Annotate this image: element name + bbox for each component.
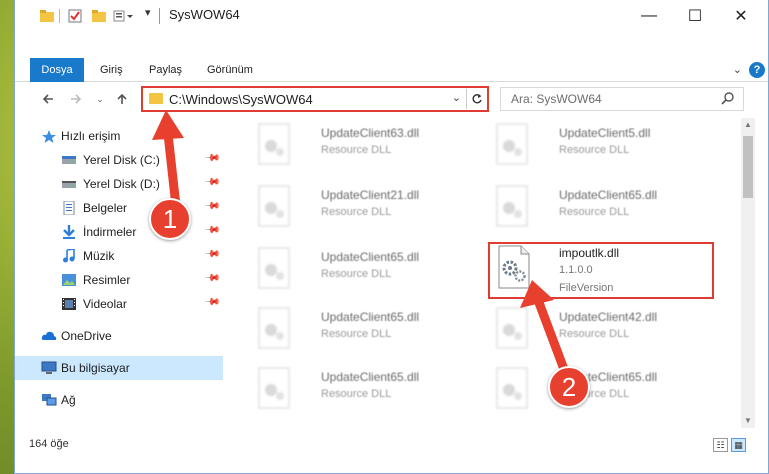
annotation-arrows bbox=[152, 110, 570, 377]
step-1-badge: 1 bbox=[149, 198, 191, 240]
step-2-badge: 2 bbox=[548, 366, 590, 408]
